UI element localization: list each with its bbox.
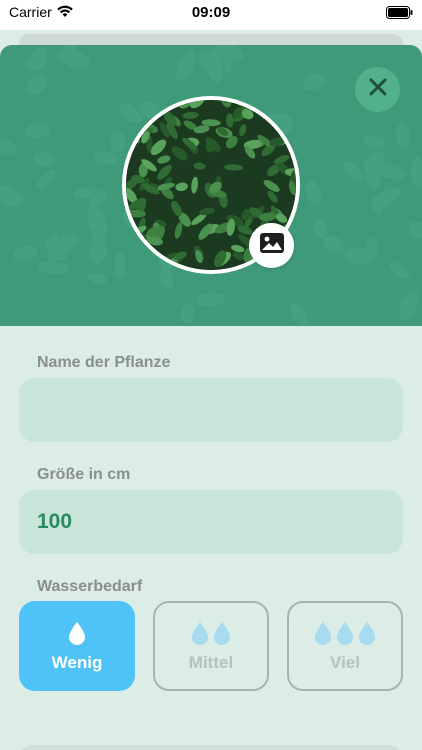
water-drop-icon bbox=[214, 622, 230, 645]
plant-size-label: Größe in cm bbox=[37, 466, 131, 483]
water-option-medium[interactable]: Mittel bbox=[153, 601, 269, 691]
status-bar: Carrier 09:09 bbox=[0, 0, 422, 30]
water-option-high[interactable]: Viel bbox=[287, 601, 403, 691]
battery-icon bbox=[386, 6, 413, 24]
water-option-medium-label: Mittel bbox=[188, 653, 234, 672]
image-icon bbox=[259, 232, 285, 259]
water-drop-icons bbox=[68, 619, 86, 645]
water-drop-icon bbox=[192, 622, 208, 645]
water-option-low-label: Wenig bbox=[51, 653, 103, 672]
next-section-card bbox=[19, 745, 403, 750]
close-icon bbox=[368, 77, 388, 102]
status-time: 09:09 bbox=[191, 4, 231, 21]
water-drop-icons bbox=[314, 619, 376, 645]
water-drop-icon bbox=[337, 622, 353, 645]
water-drop-icons bbox=[191, 619, 231, 645]
plant-size-input[interactable] bbox=[19, 490, 403, 554]
change-photo-button[interactable] bbox=[249, 223, 294, 268]
plant-name-input[interactable] bbox=[19, 378, 403, 442]
water-drop-icon bbox=[69, 622, 85, 645]
water-option-high-label: Viel bbox=[330, 653, 360, 672]
water-drop-icon bbox=[359, 622, 375, 645]
close-button[interactable] bbox=[355, 67, 400, 112]
water-option-low[interactable]: Wenig bbox=[19, 601, 135, 691]
add-plant-sheet: Name der Pflanze Größe in cm Wasserbedar… bbox=[0, 45, 422, 750]
water-drop-icon bbox=[315, 622, 331, 645]
water-requirement-label: Wasserbedarf bbox=[37, 578, 143, 595]
header-banner bbox=[0, 45, 422, 326]
plant-name-label: Name der Pflanze bbox=[37, 354, 171, 371]
